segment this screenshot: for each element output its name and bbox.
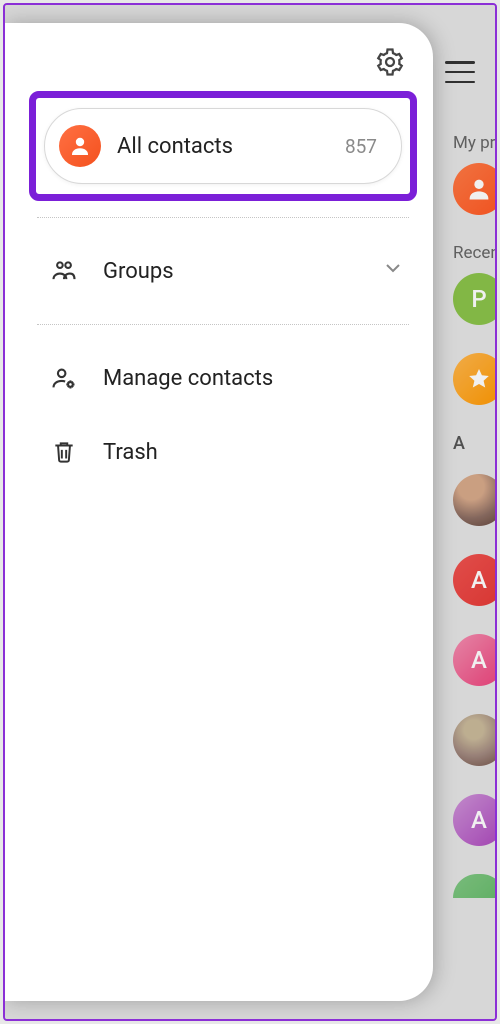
all-contacts-item[interactable]: All contacts 857 [44, 108, 402, 184]
chevron-down-icon [381, 256, 405, 286]
groups-item[interactable]: Groups [35, 234, 411, 308]
manage-contacts-icon [49, 363, 79, 393]
my-profile-avatar[interactable] [453, 163, 497, 215]
settings-button[interactable] [375, 47, 405, 81]
all-contacts-label: All contacts [117, 134, 345, 159]
contact-avatar[interactable]: A [453, 794, 497, 846]
divider [37, 324, 409, 325]
trash-label: Trash [103, 440, 405, 465]
tutorial-highlight: All contacts 857 [29, 91, 417, 201]
trash-icon [49, 437, 79, 467]
navigation-drawer: All contacts 857 Groups [5, 23, 433, 1001]
divider [37, 217, 409, 218]
recently-added-label: Recently added [453, 243, 495, 263]
favorite-avatar[interactable] [453, 353, 497, 405]
trash-item[interactable]: Trash [35, 415, 411, 489]
manage-contacts-item[interactable]: Manage contacts [35, 341, 411, 415]
all-contacts-count: 857 [345, 135, 377, 158]
menu-icon[interactable] [445, 57, 475, 87]
recent-contact-avatar[interactable]: P [453, 273, 497, 325]
groups-icon [49, 256, 79, 286]
contact-avatar[interactable] [453, 874, 497, 898]
person-icon [59, 125, 101, 167]
contact-avatar-photo[interactable] [453, 474, 497, 526]
groups-label: Groups [103, 259, 357, 284]
contact-avatar-photo[interactable] [453, 714, 497, 766]
contact-avatar[interactable]: A [453, 634, 497, 686]
manage-contacts-label: Manage contacts [103, 366, 405, 391]
section-header-a: A [453, 433, 495, 454]
contact-avatar[interactable]: A [453, 554, 497, 606]
my-profile-label: My profile [453, 133, 495, 153]
